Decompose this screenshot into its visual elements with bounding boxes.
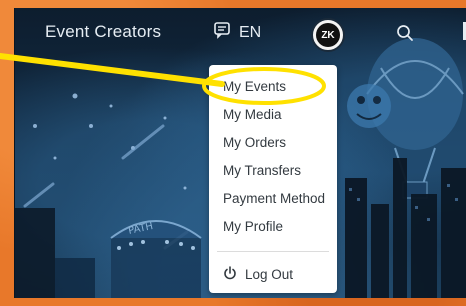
menu-item-my-events[interactable]: My Events <box>223 79 286 94</box>
language-selector[interactable]: EN <box>213 21 261 44</box>
search-icon[interactable] <box>396 24 414 47</box>
menu-divider <box>217 251 329 252</box>
menu-item-payment-method[interactable]: Payment Method <box>223 191 325 206</box>
brand-link[interactable]: Event Creators <box>45 22 161 42</box>
power-icon <box>223 266 237 283</box>
menu-item-my-profile[interactable]: My Profile <box>223 219 283 234</box>
account-dropdown-menu: My Events My Media My Orders My Transfer… <box>209 65 337 293</box>
language-label: EN <box>239 23 262 41</box>
avatar-button[interactable]: ZK <box>311 18 345 52</box>
menu-item-my-orders[interactable]: My Orders <box>223 135 286 150</box>
menu-item-my-transfers[interactable]: My Transfers <box>223 163 301 178</box>
logout-button[interactable]: Log Out <box>223 266 293 283</box>
avatar-initials: ZK <box>316 23 340 47</box>
logout-label: Log Out <box>245 267 294 282</box>
chat-bubble-icon <box>213 21 231 44</box>
menu-item-my-media[interactable]: My Media <box>223 107 282 122</box>
app-screen: PATH Event Creators EN ZK My Events My M… <box>14 8 466 298</box>
top-nav: Event Creators EN ZK <box>15 8 466 58</box>
